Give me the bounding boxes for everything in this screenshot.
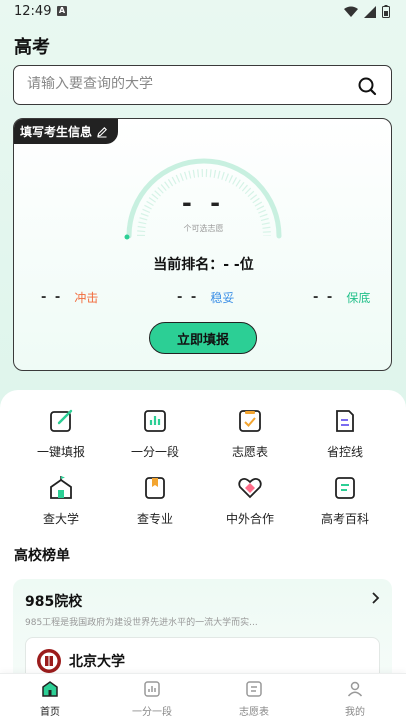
tab-score-segment[interactable]: 一分一段 [112, 680, 192, 718]
shortcut-volunteer-table[interactable]: 志愿表 [210, 408, 290, 460]
gauge-value: - - [181, 189, 226, 217]
shortcut-label: 高考百科 [320, 512, 369, 526]
shortcut-label: 查大学 [42, 512, 79, 526]
pencil-icon [97, 126, 107, 137]
rankings-title: 高校榜单 [14, 548, 70, 564]
tab-label: 我的 [345, 707, 365, 718]
home-icon [42, 681, 58, 697]
bar-chart-icon [144, 410, 166, 432]
shortcut-score-segment[interactable]: 一分一段 [115, 408, 195, 460]
wifi-icon [344, 6, 358, 17]
shortcut-find-university[interactable]: 查大学 [21, 475, 101, 527]
signal-icon [364, 5, 376, 18]
submit-now-button[interactable]: 立即填报 [149, 322, 257, 354]
university-logo [37, 649, 61, 673]
book-icon [145, 477, 165, 499]
tab-home[interactable]: 首页 [10, 680, 90, 718]
search-icon[interactable] [357, 76, 377, 96]
rank-value: - -位 [223, 257, 254, 273]
status-time: 12:49 [14, 4, 52, 19]
page-title: 高考 [14, 37, 50, 58]
shortcut-label: 志愿表 [231, 445, 268, 459]
checklist-icon [239, 410, 261, 432]
list-icon [246, 681, 262, 697]
chevron-right-icon[interactable] [368, 591, 382, 605]
risk-value: - - [313, 290, 335, 305]
school-icon [50, 476, 72, 499]
status-bar: 12:49 A [0, 0, 406, 24]
shortcut-find-major[interactable]: 查专业 [115, 475, 195, 527]
handshake-icon [238, 477, 262, 499]
gauge-caption: 个可选志愿 [183, 224, 224, 233]
fill-info-label: 填写考生信息 [20, 125, 93, 139]
edit-icon [50, 409, 73, 432]
search-bar[interactable] [13, 65, 392, 105]
shortcut-control-line[interactable]: 省控线 [305, 408, 385, 460]
risk-label: 冲击 [74, 291, 99, 305]
shortcut-sino-foreign[interactable]: 中外合作 [210, 475, 290, 527]
bar-chart-icon [144, 681, 160, 697]
tab-profile[interactable]: 我的 [315, 680, 395, 718]
fill-info-tag[interactable]: 填写考生信息 [14, 119, 119, 144]
candidate-info-card: 填写考生信息 - - 个可选志愿 当前排名：- -位 - - 冲击 - - 稳妥… [13, 118, 392, 371]
ranking-card-desc: 985工程是我国政府为建设世界先进水平的一流大学而实... [25, 618, 258, 628]
tab-label: 志愿表 [239, 707, 269, 718]
shortcut-label: 一分一段 [130, 445, 179, 459]
risk-chongji: - - 冲击 [41, 289, 98, 306]
bottom-tab-bar: 首页 一分一段 志愿表 我的 [0, 673, 406, 723]
university-name: 北京大学 [69, 654, 125, 670]
risk-value: - - [177, 290, 199, 305]
risk-baodi: - - 保底 [313, 289, 370, 306]
current-rank: 当前排名：- -位 [14, 254, 391, 274]
shortcut-encyclopedia[interactable]: 高考百科 [305, 475, 385, 527]
shortcut-label: 一键填报 [36, 445, 85, 459]
shortcut-one-click-fill[interactable]: 一键填报 [21, 408, 101, 460]
tab-label: 一分一段 [132, 707, 172, 718]
status-icons [344, 5, 390, 18]
risk-value: - - [41, 290, 63, 305]
notification-icon: A [57, 6, 67, 16]
risk-row: - - 冲击 - - 稳妥 - - 保底 [14, 289, 391, 309]
battery-icon [382, 5, 390, 18]
risk-label: 保底 [346, 291, 371, 305]
encyclopedia-icon [335, 477, 355, 499]
shortcut-label: 查专业 [136, 512, 173, 526]
rank-label: 当前排名： [153, 257, 224, 273]
tab-label: 首页 [40, 707, 60, 718]
shortcut-label: 中外合作 [225, 512, 274, 526]
document-icon [336, 410, 354, 432]
risk-wentuo: - - 稳妥 [177, 289, 234, 306]
ranking-card-title: 985院校 [25, 594, 83, 610]
tab-volunteer-table[interactable]: 志愿表 [214, 680, 294, 718]
search-input[interactable] [27, 76, 337, 92]
risk-label: 稳妥 [210, 291, 235, 305]
user-icon [347, 681, 363, 697]
shortcut-label: 省控线 [326, 445, 363, 459]
